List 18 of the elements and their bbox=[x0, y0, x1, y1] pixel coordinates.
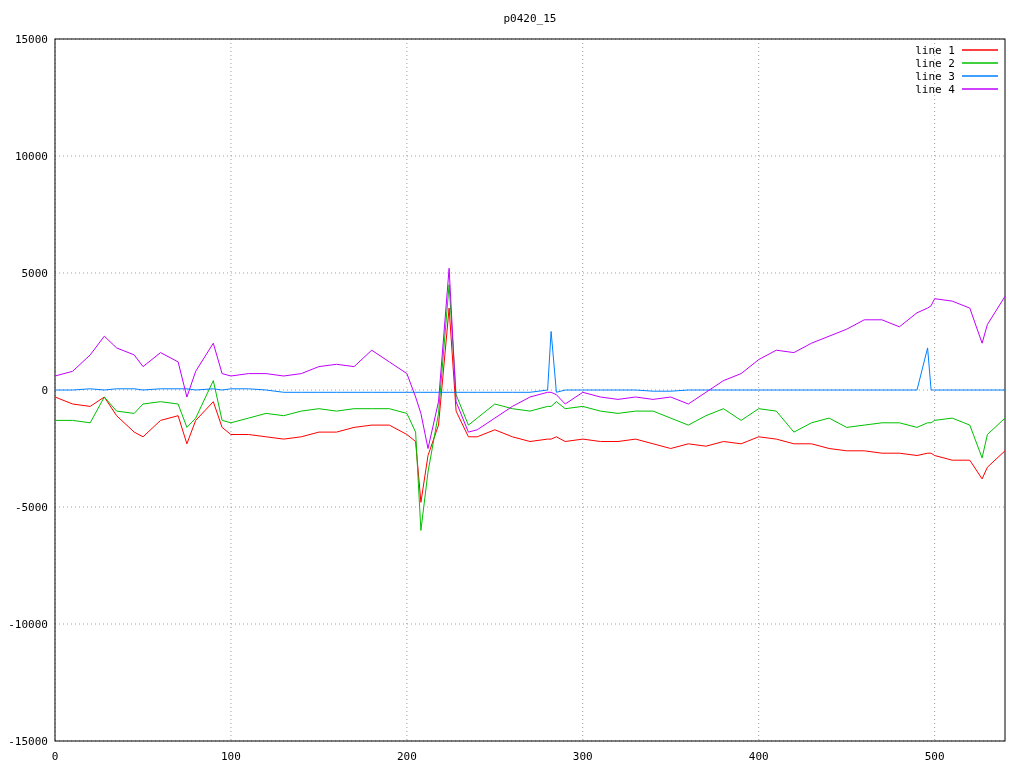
x-tick-label: 500 bbox=[924, 750, 945, 763]
legend-label: line 4 bbox=[915, 83, 955, 96]
x-tick-label: 400 bbox=[748, 750, 769, 763]
chart-title: p0420_15 bbox=[503, 12, 557, 25]
legend-label: line 2 bbox=[915, 57, 955, 70]
y-tick-label: -15000 bbox=[8, 735, 48, 748]
legend-label: line 3 bbox=[915, 70, 955, 83]
x-tick-label: 200 bbox=[396, 750, 417, 763]
y-tick-label: 0 bbox=[41, 384, 48, 397]
y-tick-label: -5000 bbox=[14, 501, 48, 514]
y-tick-label: 10000 bbox=[14, 150, 48, 163]
x-tick-label: 0 bbox=[51, 750, 59, 763]
x-tick-label: 100 bbox=[221, 750, 241, 763]
y-tick-label: 15000 bbox=[14, 33, 48, 46]
y-tick-label: -10000 bbox=[8, 618, 48, 631]
y-tick-label: 5000 bbox=[21, 267, 48, 280]
x-tick-label: 300 bbox=[572, 750, 593, 763]
legend-label: line 1 bbox=[915, 44, 955, 57]
